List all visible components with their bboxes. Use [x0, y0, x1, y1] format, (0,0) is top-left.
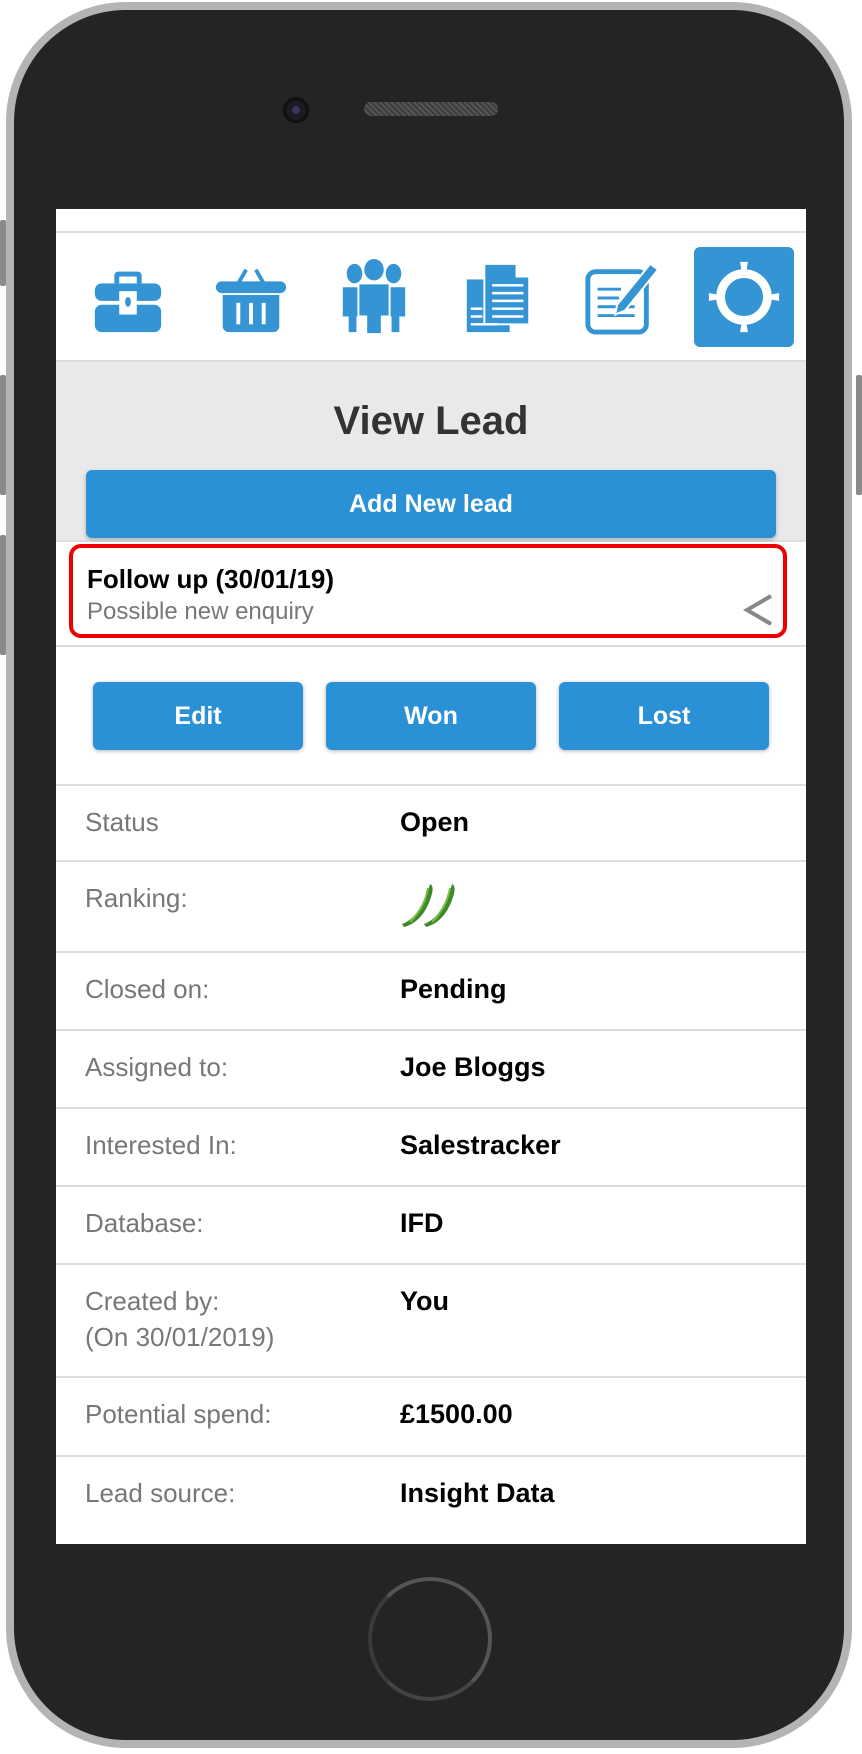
detail-value: Insight Data — [400, 1478, 555, 1508]
detail-label: Lead source: — [85, 1478, 236, 1508]
team-icon — [343, 258, 406, 335]
nav-team[interactable] — [324, 247, 424, 347]
chili-icon — [402, 884, 455, 927]
page-title: View Lead — [333, 399, 529, 443]
nav-documents[interactable] — [448, 247, 548, 347]
detail-row-interested-in: Interested In: Salestracker — [56, 1109, 806, 1187]
nav-icon-bar — [56, 233, 806, 362]
lost-button[interactable]: Lost — [559, 682, 769, 750]
detail-label: Assigned to: — [85, 1052, 229, 1082]
detail-value: £1500.00 — [400, 1399, 513, 1429]
target-icon — [708, 261, 780, 332]
detail-label: Closed on: — [85, 974, 210, 1004]
won-button[interactable]: Won — [326, 682, 536, 750]
detail-value: IFD — [400, 1208, 444, 1238]
detail-value: Joe Bloggs — [400, 1052, 546, 1082]
detail-label: Status — [85, 807, 159, 837]
detail-row-closed-on: Closed on: Pending — [56, 953, 806, 1031]
mute-switch — [0, 220, 6, 286]
edit-button[interactable]: Edit — [93, 682, 303, 750]
volume-up-button — [0, 375, 6, 495]
volume-down-button — [0, 535, 6, 655]
detail-row-status: Status Open — [56, 786, 806, 862]
detail-row-ranking: Ranking: — [56, 862, 806, 953]
follow-up-subtitle: Possible new enquiry — [87, 598, 314, 625]
follow-up-item[interactable]: Follow up (30/01/19) Possible new enquir… — [69, 544, 787, 638]
chevron-left-icon[interactable] — [741, 592, 777, 628]
detail-row-database: Database: IFD — [56, 1187, 806, 1265]
created-on-label: (On 30/01/2019) — [85, 1322, 275, 1352]
detail-row-potential-spend: Potential spend: £1500.00 — [56, 1378, 806, 1457]
basket-icon — [216, 268, 287, 332]
created-by-label: Created by: — [85, 1286, 220, 1316]
nav-briefcase[interactable] — [78, 247, 178, 347]
nav-target[interactable] — [693, 246, 794, 347]
detail-value: Salestracker — [400, 1130, 561, 1160]
follow-up-title: Follow up (30/01/19) — [87, 564, 335, 594]
speaker-grille — [364, 102, 498, 116]
detail-label: Interested In: — [85, 1130, 237, 1160]
divider — [56, 645, 806, 647]
lead-details: Status Open Ranking: Closed on: Pending … — [56, 784, 806, 1537]
detail-value: Pending — [400, 974, 507, 1004]
lead-actions: Edit Won Lost — [93, 682, 769, 750]
app-screen: View Lead Add New lead Follow up (30/01/… — [56, 209, 806, 1544]
briefcase-icon — [94, 271, 162, 332]
top-strip — [56, 209, 806, 233]
detail-value: Open — [400, 807, 470, 837]
detail-row-created-by: Created by: (On 30/01/2019) You — [56, 1265, 806, 1378]
ranking-value — [400, 880, 470, 951]
nav-basket[interactable] — [201, 247, 301, 347]
detail-value: You — [400, 1286, 449, 1316]
documents-icon — [466, 262, 530, 332]
detail-label: Potential spend: — [85, 1399, 272, 1429]
edit-note-icon — [585, 262, 660, 335]
detail-row-lead-source: Lead source: Insight Data — [56, 1457, 806, 1537]
detail-label: Created by: (On 30/01/2019) — [56, 1283, 400, 1376]
detail-label: Ranking: — [85, 883, 188, 913]
detail-label: Database: — [85, 1208, 204, 1238]
detail-row-assigned-to: Assigned to: Joe Bloggs — [56, 1031, 806, 1109]
add-new-lead-button[interactable]: Add New lead — [86, 470, 776, 538]
power-button — [856, 375, 862, 495]
nav-edit-note[interactable] — [571, 247, 671, 347]
page-header: View Lead Add New lead — [56, 362, 806, 542]
camera-icon — [283, 97, 309, 123]
home-button[interactable] — [368, 1577, 492, 1701]
